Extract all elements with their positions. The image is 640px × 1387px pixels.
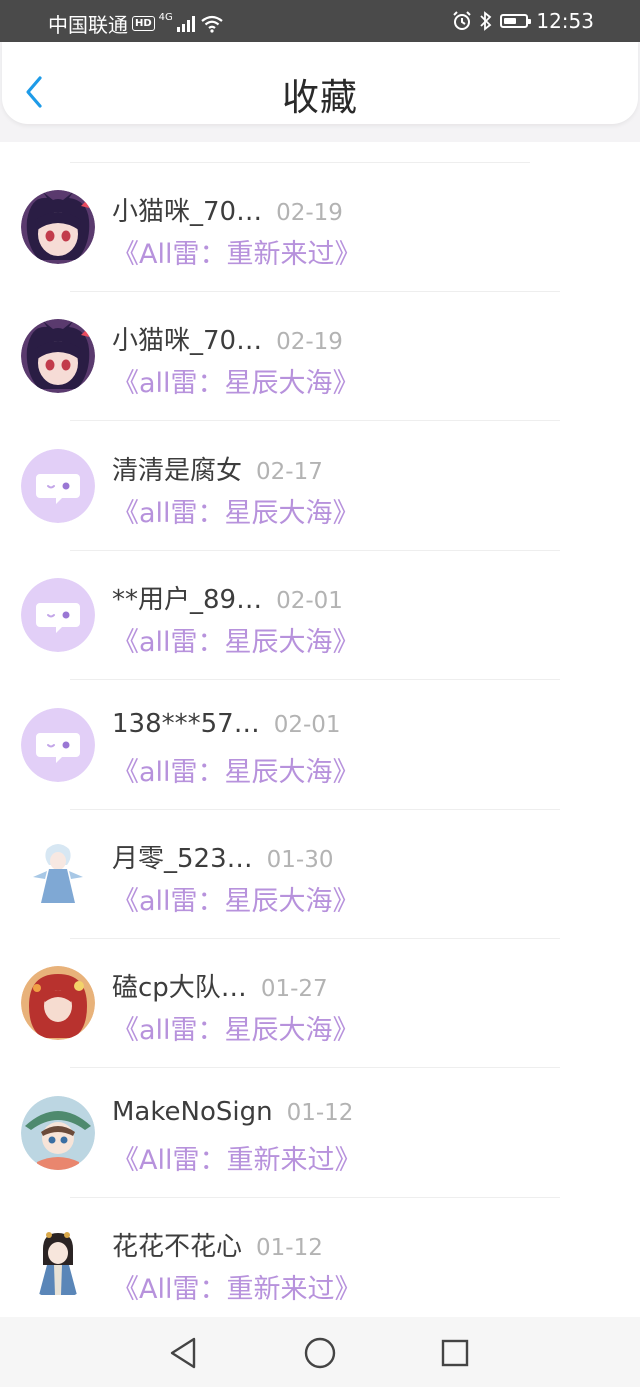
nav-back-button[interactable] [164, 1334, 202, 1372]
battery-level [504, 18, 517, 24]
default-chat-avatar-art [21, 448, 95, 523]
story-title[interactable]: 《all雷：星辰大海》 [112, 750, 360, 789]
home-circle-icon [304, 1337, 336, 1369]
item-header: 小猫咪_70… 02-19 [112, 320, 343, 357]
avatar[interactable] [21, 448, 95, 523]
item-date: 02-19 [276, 329, 343, 356]
item-header: 花花不花心 01-12 [112, 1226, 323, 1263]
item-header: **用户_89… 02-01 [112, 579, 343, 616]
item-date: 02-01 [273, 711, 341, 738]
story-title[interactable]: 《all雷：星辰大海》 [112, 620, 360, 659]
item-header: 月零_523… 01-30 [112, 838, 333, 875]
hd-badge: HD [132, 16, 155, 31]
list-item[interactable]: 小猫咪_70… 02-19 《All雷：重新来过》 [0, 163, 640, 292]
story-title[interactable]: 《all雷：星辰大海》 [112, 361, 360, 400]
avatar[interactable] [21, 578, 95, 653]
user-name: 138***57… [112, 708, 260, 739]
status-right: 12:53 [452, 9, 594, 33]
red-hair-girl-avatar-art [21, 966, 95, 1041]
user-name: 小猫咪_70… [112, 326, 263, 357]
story-title[interactable]: 《all雷：星辰大海》 [112, 1008, 360, 1047]
clock: 12:53 [536, 9, 594, 33]
signal-icon [176, 15, 195, 32]
carrier-label: 中国联通 [48, 13, 128, 37]
list-item[interactable]: 磕cp大队… 01-27 《all雷：星辰大海》 [0, 939, 640, 1069]
item-date: 01-12 [286, 1099, 354, 1126]
boy-with-hat-avatar-art [21, 1095, 95, 1170]
list-item[interactable]: 月零_523… 01-30 《all雷：星辰大海》 [0, 810, 640, 939]
item-date: 02-01 [276, 588, 343, 615]
list-item[interactable]: **用户_89… 02-01 《all雷：星辰大海》 [0, 551, 640, 681]
default-chat-avatar-art [21, 578, 95, 653]
item-date: 02-17 [256, 458, 323, 485]
list-item[interactable]: 花花不花心 01-12 《All雷：重新来过》 [0, 1198, 640, 1328]
user-name: **用户_89… [112, 585, 263, 616]
battery-icon [500, 14, 532, 28]
anime-cat-girl-avatar-art [21, 190, 95, 264]
back-triangle-icon [170, 1337, 196, 1369]
list-item[interactable]: MakeNoSign 01-12 《All雷：重新来过》 [0, 1069, 640, 1198]
item-date: 01-30 [266, 847, 334, 873]
avatar[interactable] [21, 707, 95, 782]
story-title[interactable]: 《All雷：重新来过》 [112, 1267, 361, 1306]
chibi-blue-robe-avatar-art [21, 837, 95, 911]
item-header: 小猫咪_70… 02-19 [112, 191, 343, 228]
item-date: 01-12 [256, 1235, 323, 1262]
status-left: 中国联通 HD 4G [48, 9, 223, 38]
user-name: 清清是腐女 [112, 455, 243, 486]
avatar[interactable] [21, 1095, 95, 1170]
list-item[interactable]: 138***57… 02-01 《all雷：星辰大海》 [0, 681, 640, 810]
list-item[interactable]: 小猫咪_70… 02-19 《all雷：星辰大海》 [0, 292, 640, 422]
anime-cat-girl-avatar-art [21, 319, 95, 394]
system-nav-bar [0, 1317, 640, 1387]
network-type-label: 4G [158, 12, 173, 23]
story-title[interactable]: 《All雷：重新来过》 [112, 232, 361, 271]
item-header: MakeNoSign 01-12 [112, 1097, 353, 1127]
avatar[interactable] [21, 966, 95, 1041]
wifi-icon [201, 15, 223, 33]
item-header: 清清是腐女 02-17 [112, 450, 323, 487]
nav-recents-button[interactable] [436, 1334, 474, 1372]
avatar[interactable] [21, 837, 95, 911]
item-header: 138***57… 02-01 [112, 709, 341, 739]
default-chat-avatar-art [21, 707, 95, 782]
story-title[interactable]: 《all雷：星辰大海》 [112, 491, 360, 530]
page-title: 收藏 [282, 76, 358, 119]
item-header: 磕cp大队… 01-27 [112, 967, 328, 1004]
avatar[interactable] [21, 1225, 95, 1300]
recents-square-icon [441, 1339, 469, 1367]
user-name: 磕cp大队… [112, 973, 247, 1004]
item-date: 02-19 [276, 200, 343, 226]
list-item[interactable]: 清清是腐女 02-17 《all雷：星辰大海》 [0, 422, 640, 551]
status-bar: 中国联通 HD 4G 12:53 [0, 0, 640, 42]
user-name: 花花不花心 [112, 1232, 243, 1263]
nav-home-button[interactable] [301, 1334, 339, 1372]
bluetooth-icon [480, 11, 492, 31]
alarm-icon [453, 11, 472, 30]
user-name: MakeNoSign [112, 1096, 273, 1127]
story-title[interactable]: 《All雷：重新来过》 [112, 1138, 361, 1177]
user-name: 小猫咪_70… [112, 197, 263, 227]
avatar[interactable] [21, 190, 95, 264]
chibi-hanfu-avatar-art [21, 1225, 95, 1300]
avatar[interactable] [21, 319, 95, 394]
story-title[interactable]: 《all雷：星辰大海》 [112, 879, 360, 918]
item-date: 01-27 [260, 976, 328, 1003]
user-name: 月零_523… [112, 844, 253, 874]
